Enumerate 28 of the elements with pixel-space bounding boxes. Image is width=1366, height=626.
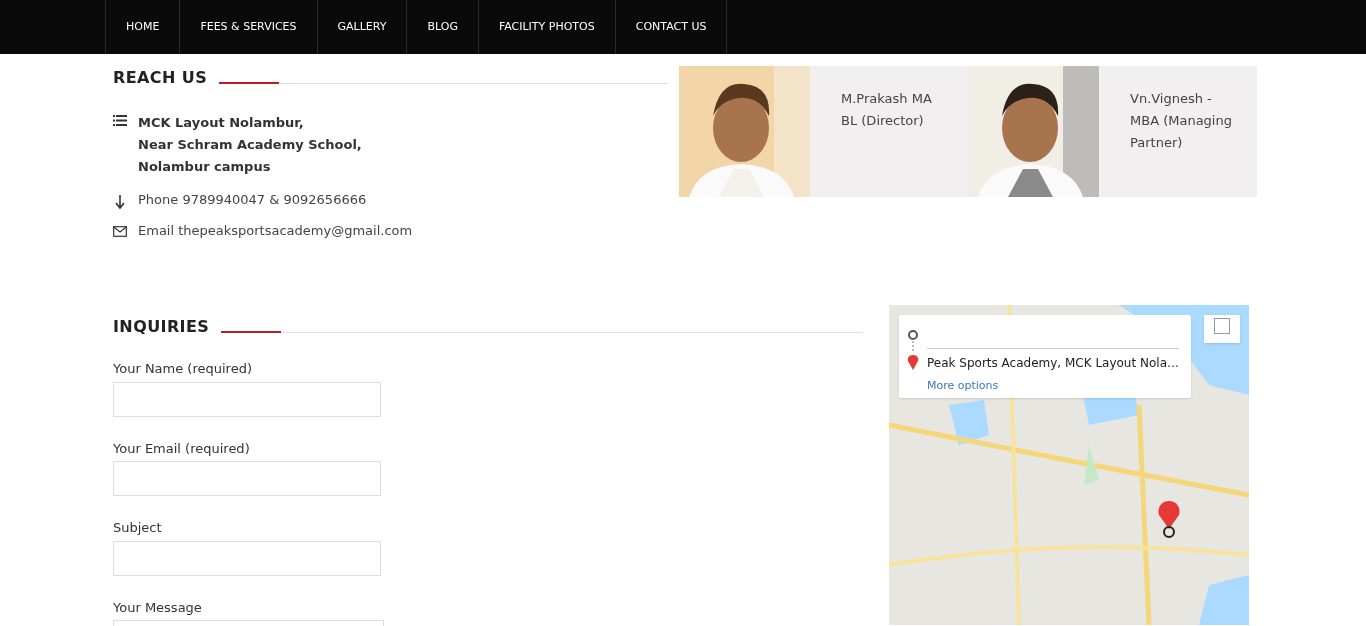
email-text: Email thepeaksportsacademy@gmail.com xyxy=(138,223,413,239)
route-icon xyxy=(907,330,919,372)
nav-link[interactable]: GALLERY xyxy=(317,0,408,54)
input-field[interactable] xyxy=(113,461,381,496)
address-text: MCK Layout Nolambur, Near Schram Academy School, Nolambur campus xyxy=(138,114,362,176)
person-caption: Vn.Vignesh - MBA (Managing Partner) xyxy=(1130,90,1232,152)
nav-link[interactable]: HOME xyxy=(106,0,181,54)
nav-link[interactable]: FACILITY PHOTOS xyxy=(478,0,616,54)
input-field[interactable] xyxy=(113,381,381,417)
field-label: Subject xyxy=(113,519,163,537)
section-heading: INQUIRIES xyxy=(113,316,211,338)
list-icon xyxy=(113,115,127,126)
fullscreen-button[interactable] xyxy=(1204,315,1240,343)
field-label: Your Email (required) xyxy=(113,439,251,458)
envelope-icon xyxy=(113,226,127,237)
more-options-link[interactable]: More options xyxy=(927,379,999,392)
phone-text: Phone 9789940047 & 9092656666 xyxy=(138,192,367,208)
field-label: Your Name (required) xyxy=(113,360,253,378)
field-label: Your Message xyxy=(113,598,203,617)
input-field[interactable] xyxy=(113,540,381,576)
down-arrow-icon xyxy=(115,195,125,209)
section-heading: REACH US xyxy=(113,67,209,89)
person-caption: M.Prakash MA BL (Director) xyxy=(841,90,933,130)
nav-link[interactable]: CONTACT US xyxy=(615,0,728,54)
nav-link[interactable]: FEES & SERVICES xyxy=(180,0,318,54)
nav-link[interactable]: BLOG xyxy=(407,0,479,54)
square-icon xyxy=(1214,318,1230,334)
destination-text: Peak Sports Academy, MCK Layout Nola… xyxy=(927,355,1179,372)
